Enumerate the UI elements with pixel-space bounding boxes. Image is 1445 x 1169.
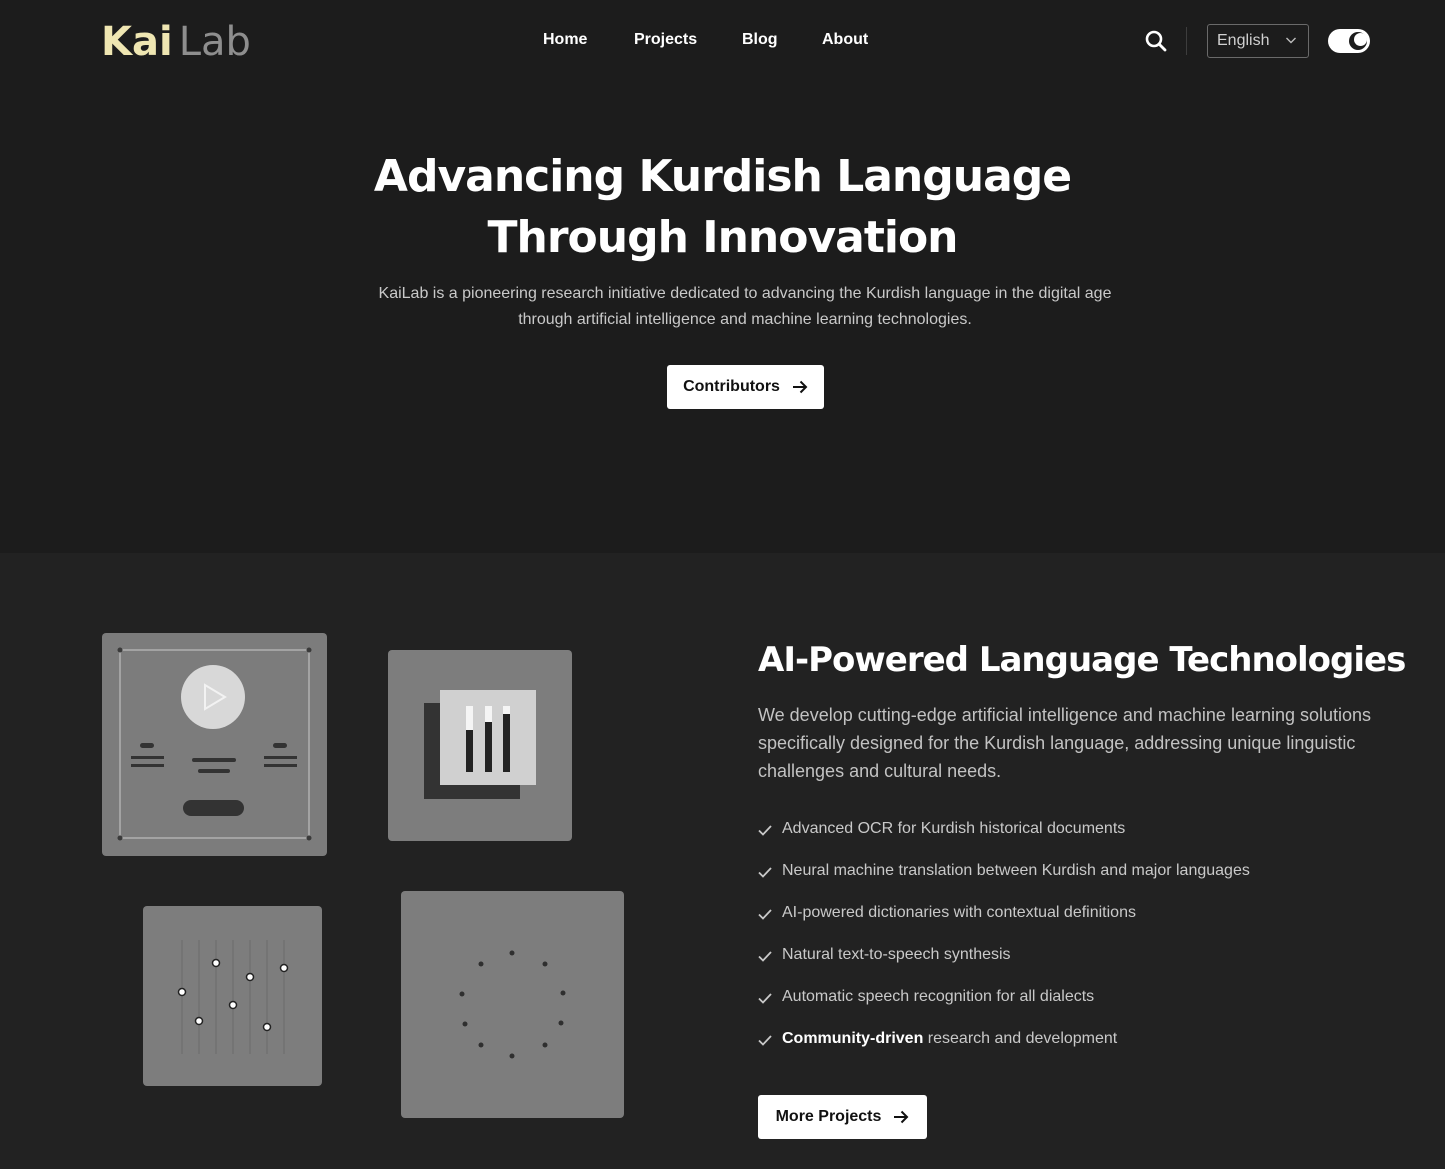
feature-text-rest: research and development <box>923 1030 1118 1047</box>
more-projects-button-label: More Projects <box>775 1108 882 1125</box>
check-icon <box>758 825 772 836</box>
technologies-section: AI-Powered Language Technologies We deve… <box>0 553 1445 1169</box>
site-logo[interactable]: Kai Lab <box>101 18 251 66</box>
equalizer-illustration <box>143 906 322 1086</box>
technologies-title: AI-Powered Language Technologies <box>758 640 1406 680</box>
check-icon <box>758 1035 772 1046</box>
hero-subtitle: KaiLab is a pioneering research initiati… <box>378 285 1112 328</box>
hero-title: Advancing Kurdish Language Through Innov… <box>0 146 1445 268</box>
contributors-button[interactable]: Contributors <box>667 365 824 409</box>
logo-part-kai: Kai <box>101 19 173 65</box>
feature-item: Automatic speech recognition for all dia… <box>757 987 1250 1029</box>
feature-item: Advanced OCR for Kurdish historical docu… <box>757 819 1250 861</box>
check-icon <box>758 951 772 962</box>
check-icon <box>758 993 772 1004</box>
moon-icon <box>1349 32 1367 50</box>
main-menu: Home Projects Blog About <box>543 30 882 50</box>
arrow-right-icon <box>792 380 808 394</box>
check-icon <box>758 867 772 878</box>
header-divider <box>1186 27 1187 55</box>
logo-part-lab: Lab <box>178 19 251 65</box>
feature-text: Automatic speech recognition for all dia… <box>782 988 1095 1005</box>
contributors-button-label: Contributors <box>683 378 780 395</box>
arrow-right-icon <box>894 1110 909 1124</box>
feature-text: Community-driven research and developmen… <box>782 1029 1117 1049</box>
nav-blog-link[interactable]: Blog <box>742 30 822 50</box>
theme-toggle[interactable] <box>1328 29 1370 53</box>
technologies-description: We develop cutting-edge artificial intel… <box>758 705 1372 781</box>
loading-spinner-illustration <box>401 891 624 1118</box>
feature-item: Natural text-to-speech synthesis <box>757 945 1250 987</box>
feature-text: Neural machine translation between Kurdi… <box>782 862 1250 879</box>
feature-list: Advanced OCR for Kurdish historical docu… <box>757 819 1250 1071</box>
hero-title-line2: Through Innovation <box>487 212 958 263</box>
check-icon <box>758 909 772 920</box>
language-select[interactable]: English <box>1207 24 1309 58</box>
feature-text-bold: Community-driven <box>782 1030 924 1047</box>
bar-chart-illustration <box>388 650 572 841</box>
feature-item: AI-powered dictionaries with contextual … <box>757 903 1250 945</box>
nav-projects-link[interactable]: Projects <box>634 30 742 50</box>
search-icon[interactable] <box>1143 28 1169 54</box>
top-navigation: Kai Lab Home Projects Blog About English <box>0 0 1445 82</box>
feature-item: Community-driven research and developmen… <box>757 1029 1250 1071</box>
feature-item: Neural machine translation between Kurdi… <box>757 861 1250 903</box>
chevron-down-icon <box>1286 37 1296 44</box>
feature-text: Natural text-to-speech synthesis <box>782 946 1011 963</box>
nav-about-link[interactable]: About <box>822 30 882 50</box>
nav-home-link[interactable]: Home <box>543 30 634 50</box>
video-player-illustration <box>102 633 327 856</box>
hero-title-line1: Advancing Kurdish Language <box>373 151 1072 202</box>
more-projects-button[interactable]: More Projects <box>758 1095 927 1139</box>
feature-text: Advanced OCR for Kurdish historical docu… <box>782 820 1126 837</box>
language-select-value: English <box>1217 32 1270 49</box>
feature-text: AI-powered dictionaries with contextual … <box>782 904 1136 921</box>
